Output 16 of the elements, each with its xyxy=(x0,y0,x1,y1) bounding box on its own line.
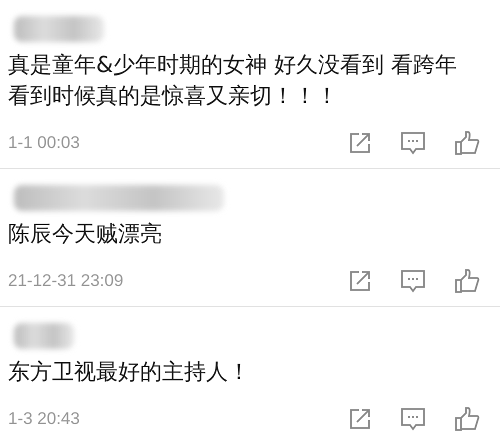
thumbs-up-icon[interactable] xyxy=(454,406,480,432)
share-icon[interactable] xyxy=(348,269,372,293)
comment-time: 21-12-31 23:09 xyxy=(8,271,124,291)
comment-time: 1-1 00:03 xyxy=(8,133,80,153)
blurred-username xyxy=(14,323,74,349)
comment-text: 真是童年&少年时期的女神 好久没看到 看跨年看到时候真的是惊喜又亲切！！！ xyxy=(8,52,458,111)
comment-time: 1-3 20:43 xyxy=(8,409,80,429)
thumbs-up-icon[interactable] xyxy=(454,268,480,294)
comment-icon[interactable] xyxy=(400,406,426,432)
thumbs-up-icon[interactable] xyxy=(454,130,480,156)
comment-text: 东方卫视最好的主持人！ xyxy=(8,359,251,387)
share-icon[interactable] xyxy=(348,131,372,155)
comment-icon[interactable] xyxy=(400,268,426,294)
comment-text: 陈辰今天贼漂亮 xyxy=(8,221,163,249)
comment-icon[interactable] xyxy=(400,130,426,156)
share-icon[interactable] xyxy=(348,407,372,431)
